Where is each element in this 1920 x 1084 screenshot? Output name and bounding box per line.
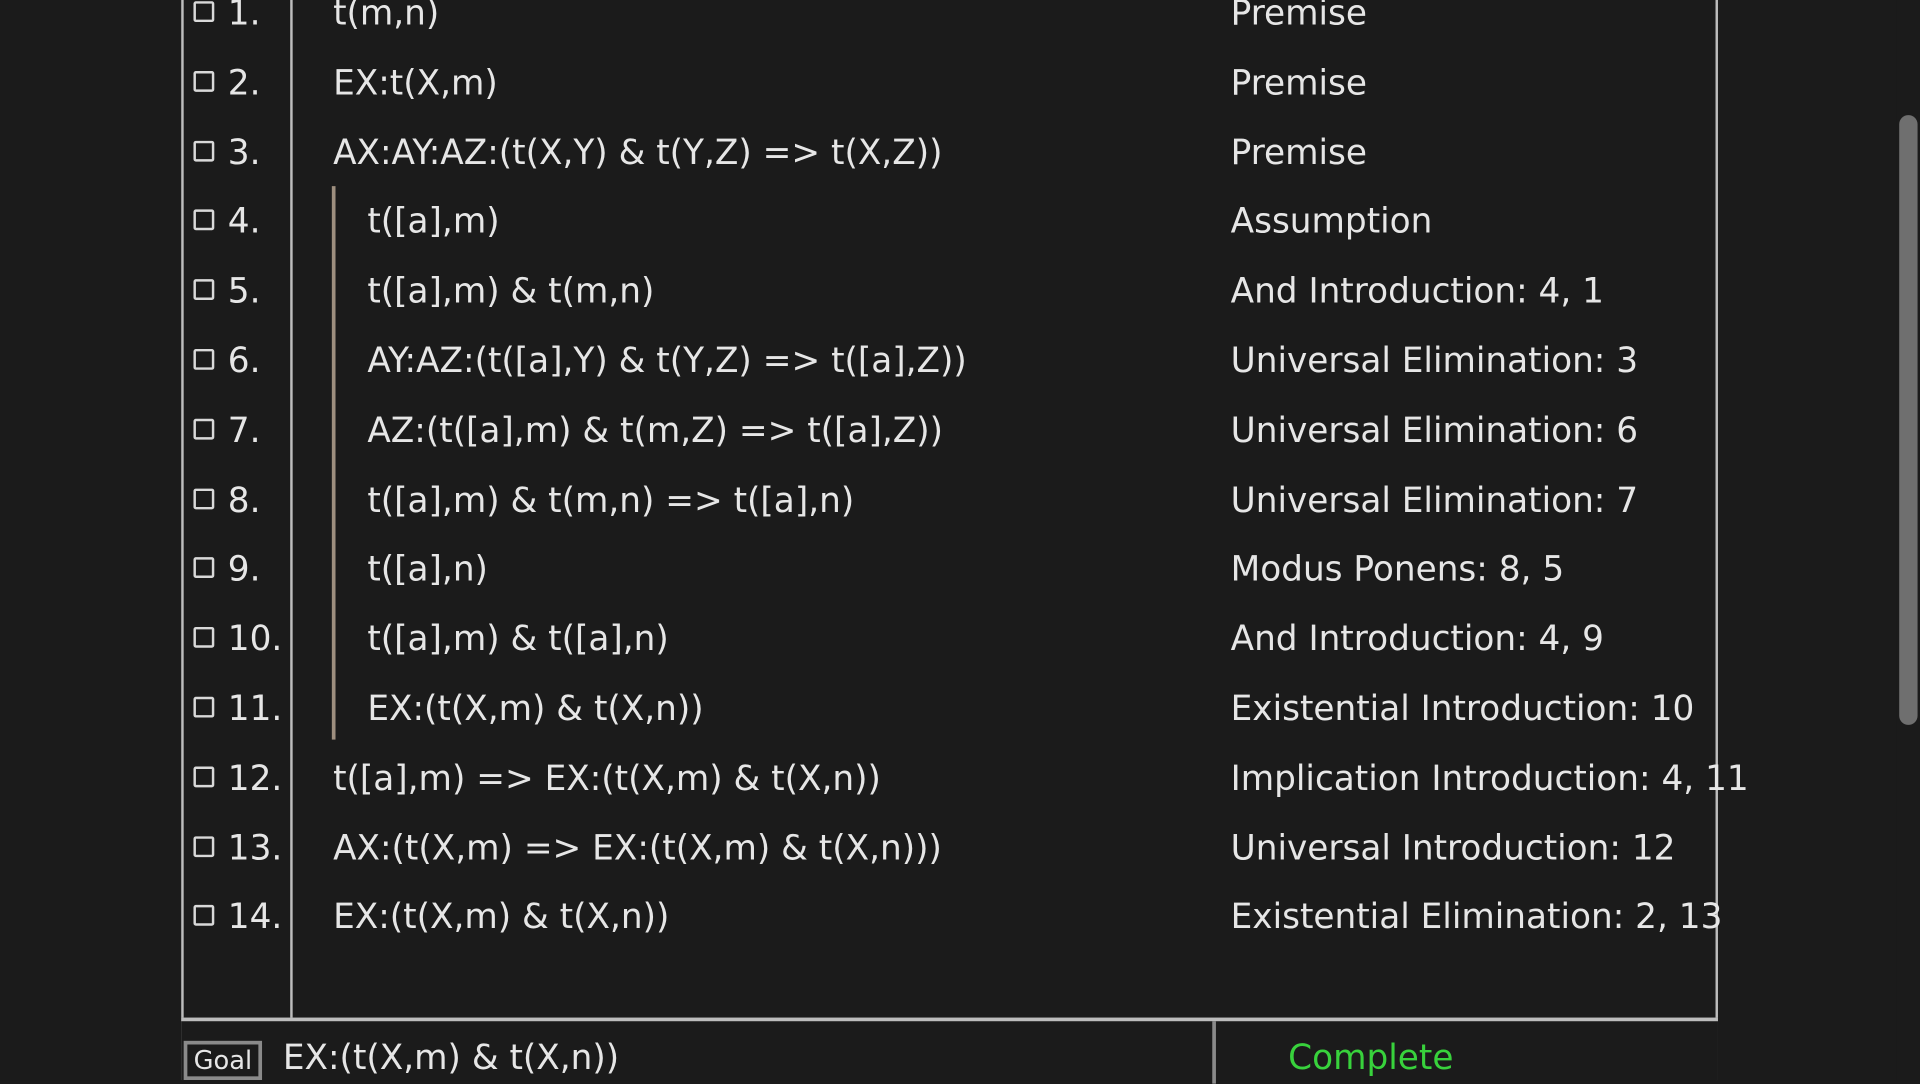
line-select-checkbox[interactable] [193,488,215,509]
line-select-checkbox[interactable] [193,557,215,579]
line-select-checkbox[interactable] [193,418,215,440]
line-justification[interactable]: Implication Introduction: 4, 11 [1231,761,1749,795]
line-formula[interactable]: AY:AZ:(t([a],Y) & t(Y,Z) => t([a],Z)) [367,343,966,378]
line-number: 12. [227,757,283,799]
line-number: 14. [227,896,283,938]
line-select-checkbox[interactable] [193,905,215,927]
line-select-checkbox[interactable] [193,348,215,370]
proof-line[interactable]: 1. t(m,n) Premise [184,0,1717,38]
line-formula[interactable]: t([a],m) & t([a],n) [367,622,668,656]
line-number: 11. [227,688,283,729]
line-justification[interactable]: Premise [1231,65,1367,100]
line-select-checkbox[interactable] [193,279,215,301]
line-justification[interactable]: Premise [1231,0,1367,31]
line-formula[interactable]: EX:t(X,m) [333,65,498,100]
line-formula[interactable]: AX:(t(X,m) => EX:(t(X,m) & t(X,n))) [333,830,942,865]
proof-line[interactable]: 9. t([a],n) Modus Ponens: 8, 5 [184,545,1717,594]
line-select-checkbox[interactable] [193,835,215,857]
line-formula[interactable]: t([a],m) [367,204,499,239]
line-number: 2. [227,62,261,103]
line-justification[interactable]: Premise [1231,135,1367,169]
line-justification[interactable]: Assumption [1231,204,1433,239]
proof-line[interactable]: 7. AZ:(t([a],m) & t(m,Z) => t([a],Z)) Univ… [184,406,1717,455]
goal-bar: Goal EX:(t(X,m) & t(X,n)) Complete [181,1017,1718,1084]
proof-line[interactable]: 11. EX:(t(X,m) & t(X,n)) Existential Intro… [184,684,1717,733]
line-number: 3. [227,131,261,173]
line-select-checkbox[interactable] [193,627,215,648]
line-select-checkbox[interactable] [193,209,215,231]
line-select-checkbox[interactable] [193,70,215,92]
line-formula[interactable]: t([a],n) [367,552,488,587]
line-justification[interactable]: Existential Introduction: 10 [1231,691,1695,726]
proof-status: Complete [1288,1037,1454,1078]
line-select-checkbox[interactable] [193,696,215,718]
goal-button[interactable]: Goal [183,1040,263,1081]
line-formula[interactable]: t([a],m) & t(m,n) => t([a],n) [367,483,854,517]
line-number: 9. [227,549,261,590]
proof-line[interactable]: 3. AX:AY:AZ:(t(X,Y) & t(Y,Z) => t(X,Z)) Pr… [184,128,1717,177]
line-justification[interactable]: And Introduction: 4, 1 [1231,274,1604,309]
line-formula[interactable]: AZ:(t([a],m) & t(m,Z) => t([a],Z)) [367,413,943,448]
proof-line[interactable]: 6. AY:AZ:(t([a],Y) & t(Y,Z) => t([a],Z)) U… [184,337,1717,386]
goal-formula: EX:(t(X,m) & t(X,n)) [282,1037,620,1078]
proof-line[interactable]: 14. EX:(t(X,m) & t(X,n)) Existential Elimi… [184,893,1722,942]
line-number: 1. [227,0,261,34]
line-formula[interactable]: t(m,n) [333,0,439,31]
line-justification[interactable]: Universal Elimination: 7 [1231,483,1638,517]
line-number: 5. [227,270,261,312]
line-justification[interactable]: Universal Introduction: 12 [1231,830,1676,865]
goal-divider [1212,1021,1216,1084]
line-select-checkbox[interactable] [193,140,215,162]
line-number: 6. [227,340,261,381]
line-formula[interactable]: AX:AY:AZ:(t(X,Y) & t(Y,Z) => t(X,Z)) [333,135,942,169]
line-formula[interactable]: EX:(t(X,m) & t(X,n)) [367,691,703,726]
proof-line[interactable]: 2. EX:t(X,m) Premise [184,59,1717,108]
line-select-checkbox[interactable] [193,1,215,23]
line-number: 4. [227,201,261,242]
proof-line[interactable]: 8. t([a],m) & t(m,n) => t([a],n) Universal… [184,476,1717,525]
line-number: 10. [227,618,283,660]
proof-line[interactable]: 4. t([a],m) Assumption [184,198,1717,247]
line-justification[interactable]: Universal Elimination: 3 [1231,343,1638,378]
proof-line[interactable]: 12. t([a],m) => EX:(t(X,m) & t(X,n)) Impli… [184,754,1749,803]
proof-editor-window: 1. t(m,n) Premise 2. EX:t(X,m) Premise 3. AX:AY… [0,0,1920,1084]
line-justification[interactable]: Modus Ponens: 8, 5 [1231,552,1565,587]
line-formula[interactable]: t([a],m) & t(m,n) [367,274,654,309]
scrollbar-thumb[interactable] [1899,115,1918,725]
line-number: 13. [227,827,283,868]
line-justification[interactable]: And Introduction: 4, 9 [1231,622,1604,656]
line-number: 7. [227,409,261,451]
line-formula[interactable]: EX:(t(X,m) & t(X,n)) [333,900,669,934]
line-formula[interactable]: t([a],m) => EX:(t(X,m) & t(X,n)) [333,761,881,795]
line-justification[interactable]: Universal Elimination: 6 [1231,413,1638,448]
line-number: 8. [227,479,261,520]
proof-line[interactable]: 10. t([a],m) & t([a],n) And Introduction: … [184,615,1717,664]
line-select-checkbox[interactable] [193,766,215,788]
proof-line[interactable]: 5. t([a],m) & t(m,n) And Introduction: 4, … [184,267,1717,316]
line-justification[interactable]: Existential Elimination: 2, 13 [1231,900,1723,934]
proof-line[interactable]: 13. AX:(t(X,m) => EX:(t(X,m) & t(X,n))) Un… [184,824,1717,873]
